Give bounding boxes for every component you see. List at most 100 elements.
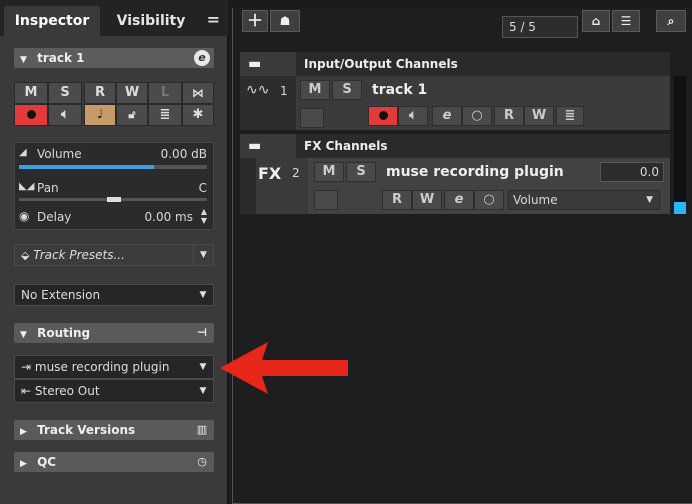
lanes-list-button[interactable]: ≣ [148, 104, 182, 126]
record-dot-icon [26, 110, 36, 119]
list-icon: ≣ [159, 107, 171, 122]
track-icon-area: ∿∿ 1 [240, 76, 296, 130]
collapse-triangle-icon: ▼ [20, 330, 27, 340]
track-presets-field[interactable]: ⬙ Track Presets... ▼ [14, 244, 214, 266]
track2-name[interactable]: muse recording plugin [386, 164, 564, 180]
track1-read-button[interactable]: R [494, 106, 524, 126]
mute-button[interactable]: M [14, 82, 48, 104]
list-view-button[interactable]: ☰ [612, 10, 640, 32]
circle-icon: ○ [483, 192, 495, 207]
track1-edit-button[interactable]: e [432, 106, 462, 126]
write-button[interactable]: W [116, 82, 148, 104]
track-section-header[interactable]: ▼ track 1 e [14, 48, 214, 68]
track2-write-button[interactable]: W [412, 190, 442, 210]
track1-solo-button[interactable]: S [332, 80, 362, 100]
track-number: 1 [280, 84, 288, 98]
edit-channel-icon: e [442, 108, 452, 123]
add-track-button[interactable]: ＋ [242, 10, 268, 32]
search-icon: ⌕ [667, 14, 675, 28]
chevron-down-icon: ▼ [199, 362, 207, 372]
lock-icon: 🔓︎ [128, 108, 136, 121]
pan-icon: ◣◢ [19, 181, 35, 192]
edit-channel-icon[interactable]: e [194, 50, 210, 66]
volume-slider-fill [19, 165, 155, 169]
track2-automation-select[interactable]: Volume ▼ [508, 190, 660, 210]
lane-button[interactable]: L [148, 82, 182, 104]
track1-record-button[interactable] [368, 106, 398, 126]
circle-icon: ○ [471, 108, 483, 123]
freeze-button[interactable]: ✱ [182, 104, 214, 126]
arrow-shape [220, 342, 348, 394]
output-icon: ⇤ [21, 384, 32, 398]
folder-open-icon: ▬ [240, 134, 296, 158]
routing-icon: ⊣ [196, 326, 208, 339]
delay-label: Delay [37, 210, 72, 224]
track-params: ◢ Volume 0.00 dB ◣◢ Pan C ◉ Delay 0.00 m… [14, 142, 214, 230]
lock-button[interactable]: 🔓︎ [116, 104, 148, 126]
meter-level-fill [674, 202, 686, 214]
volume-value[interactable]: 0.00 dB [161, 147, 207, 161]
fx-channels-folder[interactable]: ▬ FX Channels [240, 134, 670, 158]
track2-insert-button[interactable]: ○ [474, 190, 504, 210]
bypass-icon[interactable]: ⋈ [182, 82, 214, 104]
search-button[interactable]: ⌕ [656, 10, 686, 32]
track1-lanes-button[interactable]: ≣ [556, 106, 584, 126]
track2-read-button[interactable]: R [382, 190, 412, 210]
input-routing-select[interactable]: ⇥ muse recording plugin ▼ [14, 355, 214, 379]
daw-window: Inspector Visibility = ▼ track 1 e M S R… [0, 0, 692, 504]
expand-triangle-icon: ▶ [20, 459, 27, 469]
record-enable-button[interactable] [14, 104, 48, 126]
read-button[interactable]: R [84, 82, 116, 104]
add-track-menu-button[interactable]: ☗ [270, 10, 300, 32]
track2-color-button[interactable] [314, 190, 338, 210]
folder-indent [240, 158, 256, 214]
pan-slider[interactable] [19, 197, 207, 202]
delay-stepper-icon[interactable]: ▲ ▼ [201, 207, 207, 225]
track-versions-title: Track Versions [37, 423, 136, 437]
track1-write-button[interactable]: W [524, 106, 554, 126]
chevron-down-icon: ▼ [646, 195, 653, 205]
automation-label: Volume [513, 193, 558, 207]
input-routing-label: muse recording plugin [34, 360, 170, 374]
extension-select[interactable]: No Extension ▼ [14, 284, 214, 306]
track2-volume-value[interactable]: 0.0 [600, 162, 664, 182]
track2-mute-button[interactable]: M [314, 162, 344, 182]
monitor-button[interactable]: 🔈︎ [48, 104, 82, 126]
timebase-button[interactable]: ♩ [84, 104, 116, 126]
input-icon: ⇥ [21, 360, 32, 374]
output-routing-select[interactable]: ⇤ Stereo Out ▼ [14, 379, 214, 403]
tab-inspector[interactable]: Inspector [4, 6, 100, 36]
delay-value[interactable]: 0.00 ms [145, 210, 193, 224]
preset-icon: ⬙ [21, 249, 30, 262]
track1-name[interactable]: track 1 [372, 82, 427, 98]
visibility-agent-button[interactable]: ⌂ [582, 10, 610, 32]
solo-button[interactable]: S [48, 82, 82, 104]
track-name: track 1 [37, 51, 85, 65]
qc-section-header[interactable]: ▶ QC ◷ [14, 452, 214, 472]
versions-icon: ▥ [196, 423, 208, 436]
track2-edit-button[interactable]: e [444, 190, 474, 210]
track-versions-section-header[interactable]: ▶ Track Versions ▥ [14, 420, 214, 440]
tab-menu-icon[interactable]: = [207, 10, 220, 29]
tab-visibility[interactable]: Visibility [108, 6, 194, 36]
track-presets-label: Track Presets... [33, 248, 125, 262]
waveform-icon: ∿∿ [246, 82, 270, 98]
track1-insert-button[interactable]: ○ [462, 106, 492, 126]
qc-icon: ◷ [197, 455, 207, 468]
track2-solo-button[interactable]: S [346, 162, 376, 182]
folder-icon: ▬ [240, 52, 296, 76]
routing-section-header[interactable]: ▼ Routing ⊣ [14, 323, 214, 343]
home-icon: ⌂ [591, 14, 601, 28]
track1-mute-button[interactable]: M [300, 80, 330, 100]
chevron-down-icon: ▼ [199, 386, 207, 396]
io-channels-folder[interactable]: ▬ Input/Output Channels [240, 52, 670, 76]
track-row-2[interactable]: FX 2 M S muse recording plugin 0.0 R W e… [240, 158, 670, 214]
track1-monitor-button[interactable]: 🔈︎ [398, 106, 428, 126]
pan-value[interactable]: C [199, 181, 207, 195]
pan-label: Pan [37, 181, 59, 195]
note-icon: ♩ [96, 107, 104, 122]
track-row-1[interactable]: ∿∿ 1 M S track 1 🔈︎ e ○ R W ≣ [240, 76, 670, 130]
volume-slider[interactable] [19, 165, 207, 169]
track1-color-button[interactable] [300, 108, 324, 128]
pan-slider-handle[interactable] [107, 197, 121, 202]
